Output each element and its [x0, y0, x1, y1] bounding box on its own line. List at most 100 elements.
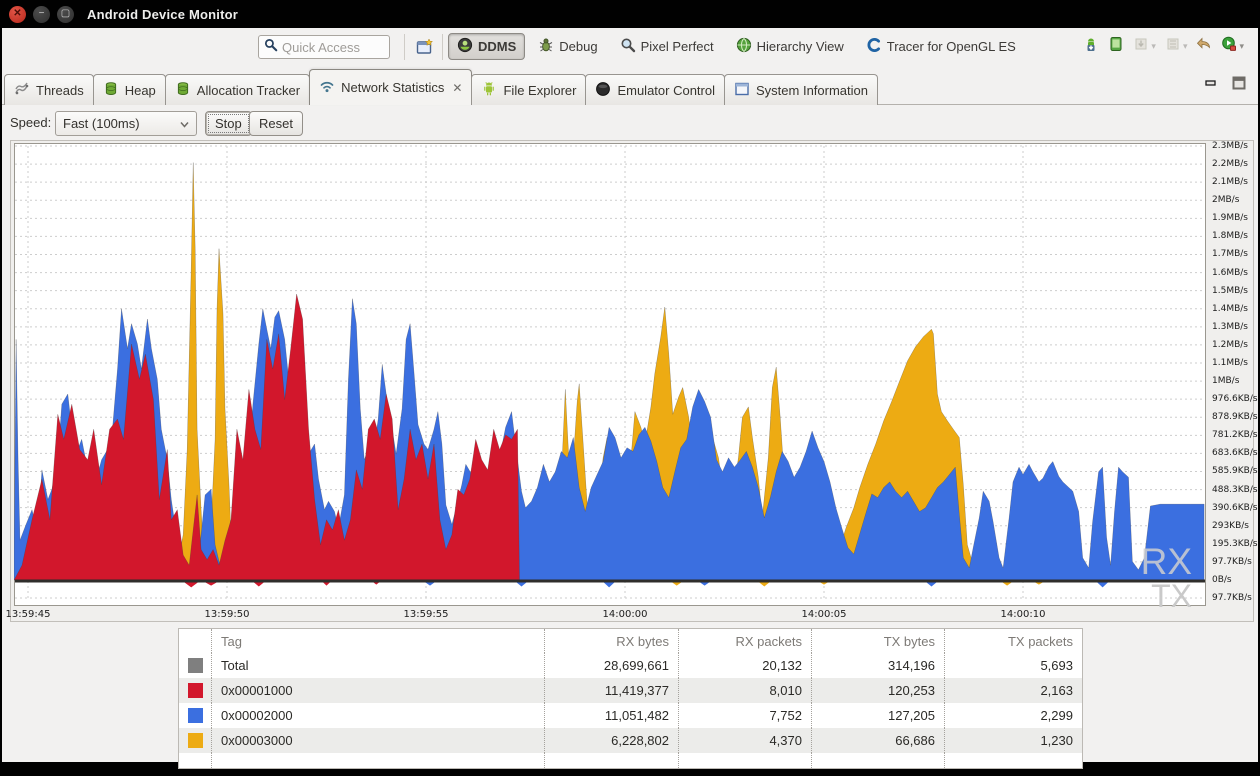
- table-header-row: TagRX bytesRX packetsTX bytesTX packets: [179, 629, 1082, 653]
- stop-button[interactable]: Stop: [205, 111, 252, 136]
- maximize-view-icon[interactable]: [1232, 76, 1246, 95]
- debug-icon: [538, 37, 554, 56]
- y-axis-tick-label: 1.2MB/s: [1212, 340, 1248, 350]
- perspective-button-pixel-perfect[interactable]: Pixel Perfect: [611, 33, 723, 60]
- tab-label: System Information: [756, 83, 868, 98]
- y-axis-tick-label: 390.6KB/s: [1212, 503, 1258, 513]
- tab-allocation-tracker[interactable]: Allocation Tracker: [165, 74, 310, 105]
- back-arrow-icon: [1196, 36, 1212, 57]
- android-pull-button[interactable]: [1083, 36, 1099, 57]
- perspective-button-tracer-for-opengl-es[interactable]: Tracer for OpenGL ES: [857, 33, 1025, 60]
- tab-label: Threads: [36, 83, 84, 98]
- tab-system-information[interactable]: System Information: [724, 74, 878, 105]
- network-traffic-chart: RXTX 2.3MB/s2.2MB/s2.1MB/s2MB/s1.9MB/s1.…: [10, 140, 1254, 622]
- y-axis-tick-label: 1.7MB/s: [1212, 249, 1248, 259]
- table-row-total[interactable]: Total28,699,66120,132314,1965,693: [179, 653, 1082, 678]
- tab-file-explorer[interactable]: File Explorer: [471, 74, 586, 105]
- threads-icon: [14, 81, 30, 100]
- chevron-down-icon[interactable]: ▾: [1183, 41, 1188, 52]
- color-swatch: [188, 658, 203, 673]
- y-axis-tick-label: 1MB/s: [1212, 376, 1239, 386]
- table-header-tag[interactable]: Tag: [212, 629, 545, 653]
- window-close-button[interactable]: ✕: [9, 6, 26, 23]
- chevron-down-icon[interactable]: ▾: [1151, 41, 1156, 52]
- rx-bytes-cell: 11,419,377: [545, 678, 679, 703]
- android-device-monitor-window: ✕ − ▢ Android Device Monitor Quick Acces…: [2, 0, 1258, 762]
- android-pull-icon: [1083, 36, 1099, 57]
- close-tab-icon[interactable]: ✕: [452, 81, 462, 95]
- x-axis-tick-label: 13:59:50: [197, 609, 257, 620]
- y-axis-tick-label: 781.2KB/s: [1212, 430, 1258, 440]
- quick-access-placeholder: Quick Access: [282, 40, 360, 55]
- empty-cell: [945, 753, 1082, 768]
- table-empty-row: [179, 753, 1082, 768]
- perspective-button-label: Pixel Perfect: [641, 39, 714, 54]
- ddms-icon: [457, 37, 473, 56]
- window-minimize-button[interactable]: −: [33, 6, 50, 23]
- empty-cell: [679, 753, 812, 768]
- main-toolbar: Quick Access DDMS Debug Pixel Perfect Hiera…: [2, 28, 1258, 66]
- y-axis-tick-label: 2.2MB/s: [1212, 159, 1248, 169]
- table-row-0x00002000[interactable]: 0x0000200011,051,4827,752127,2052,299: [179, 703, 1082, 728]
- screen-capture-button[interactable]: [1108, 36, 1124, 57]
- emulator-control-icon: [595, 81, 611, 100]
- pixel-perfect-icon: [620, 37, 636, 56]
- tx-packets-cell: 2,299: [945, 703, 1082, 728]
- tx-packets-cell: 2,163: [945, 678, 1082, 703]
- tx-bytes-cell: 120,253: [812, 678, 945, 703]
- color-swatch: [188, 683, 203, 698]
- back-arrow-button[interactable]: [1196, 36, 1212, 57]
- title-bar: ✕ − ▢ Android Device Monitor: [0, 0, 1260, 28]
- start-method-profiling-button[interactable]: ▾: [1221, 36, 1244, 57]
- table-row-0x00001000[interactable]: 0x0000100011,419,3778,010120,2532,163: [179, 678, 1082, 703]
- rx-watermark: RX: [1141, 541, 1192, 582]
- perspective-button-ddms[interactable]: DDMS: [448, 33, 525, 60]
- minimize-view-icon[interactable]: [1204, 76, 1218, 95]
- perspective-button-label: Debug: [559, 39, 597, 54]
- tab-label: File Explorer: [503, 83, 576, 98]
- chevron-down-icon[interactable]: ▾: [1239, 41, 1244, 52]
- empty-cell: [212, 753, 545, 768]
- y-axis-tick-label: 1.6MB/s: [1212, 268, 1248, 278]
- tag-cell: Total: [212, 653, 545, 678]
- tag-color-swatch: [179, 703, 212, 728]
- y-axis-tick-label: 1.4MB/s: [1212, 304, 1248, 314]
- table-row-0x00003000[interactable]: 0x000030006,228,8024,37066,6861,230: [179, 728, 1082, 753]
- perspective-button-debug[interactable]: Debug: [529, 33, 606, 60]
- table-header-rx-packets[interactable]: RX packets: [679, 629, 812, 653]
- speed-select[interactable]: Fast (100ms): [55, 111, 197, 136]
- tag-color-swatch: [179, 728, 212, 753]
- perspective-button-label: Tracer for OpenGL ES: [887, 39, 1016, 54]
- view-tab-bar: Threads HeapAllocation TrackerNetwork Sta…: [2, 66, 1258, 105]
- tag-cell: 0x00001000: [212, 678, 545, 703]
- window-title: Android Device Monitor: [87, 7, 238, 22]
- tag-color-swatch: [179, 678, 212, 703]
- update-heap-button[interactable]: ▾: [1165, 36, 1188, 57]
- perspective-button-label: Hierarchy View: [757, 39, 844, 54]
- rx-packets-cell: 8,010: [679, 678, 812, 703]
- toolbar-actions: ▾ ▾ ▾: [1083, 36, 1244, 57]
- table-header-rx-bytes[interactable]: RX bytes: [545, 629, 679, 653]
- rx-bytes-cell: 11,051,482: [545, 703, 679, 728]
- y-axis-tick-label: 293KB/s: [1212, 521, 1249, 531]
- tab-emulator-control[interactable]: Emulator Control: [585, 74, 725, 105]
- perspective-switcher: DDMS Debug Pixel Perfect Hierarchy View Trac…: [448, 33, 1025, 60]
- table-header-tx-packets[interactable]: TX packets: [945, 629, 1082, 653]
- open-perspective-button[interactable]: [414, 37, 436, 59]
- perspective-button-hierarchy-view[interactable]: Hierarchy View: [727, 33, 853, 60]
- y-axis-tick-label: 1.8MB/s: [1212, 231, 1248, 241]
- reset-button[interactable]: Reset: [249, 111, 303, 136]
- x-axis-tick-label: 14:00:00: [595, 609, 655, 620]
- speed-selected-value: Fast (100ms): [63, 116, 180, 131]
- tab-threads[interactable]: Threads: [4, 74, 94, 105]
- dump-hprof-button[interactable]: ▾: [1133, 36, 1156, 57]
- quick-access-input[interactable]: Quick Access: [258, 35, 390, 59]
- y-axis-tick-label: 878.9KB/s: [1212, 412, 1258, 422]
- tab-heap[interactable]: Heap: [93, 74, 166, 105]
- window-maximize-button[interactable]: ▢: [57, 6, 74, 23]
- screen-capture-icon: [1108, 36, 1124, 57]
- table-header-tx-bytes[interactable]: TX bytes: [812, 629, 945, 653]
- tab-network-statistics[interactable]: Network Statistics✕: [309, 69, 472, 105]
- chart-plot-area: RXTX: [14, 143, 1206, 609]
- empty-cell: [545, 753, 679, 768]
